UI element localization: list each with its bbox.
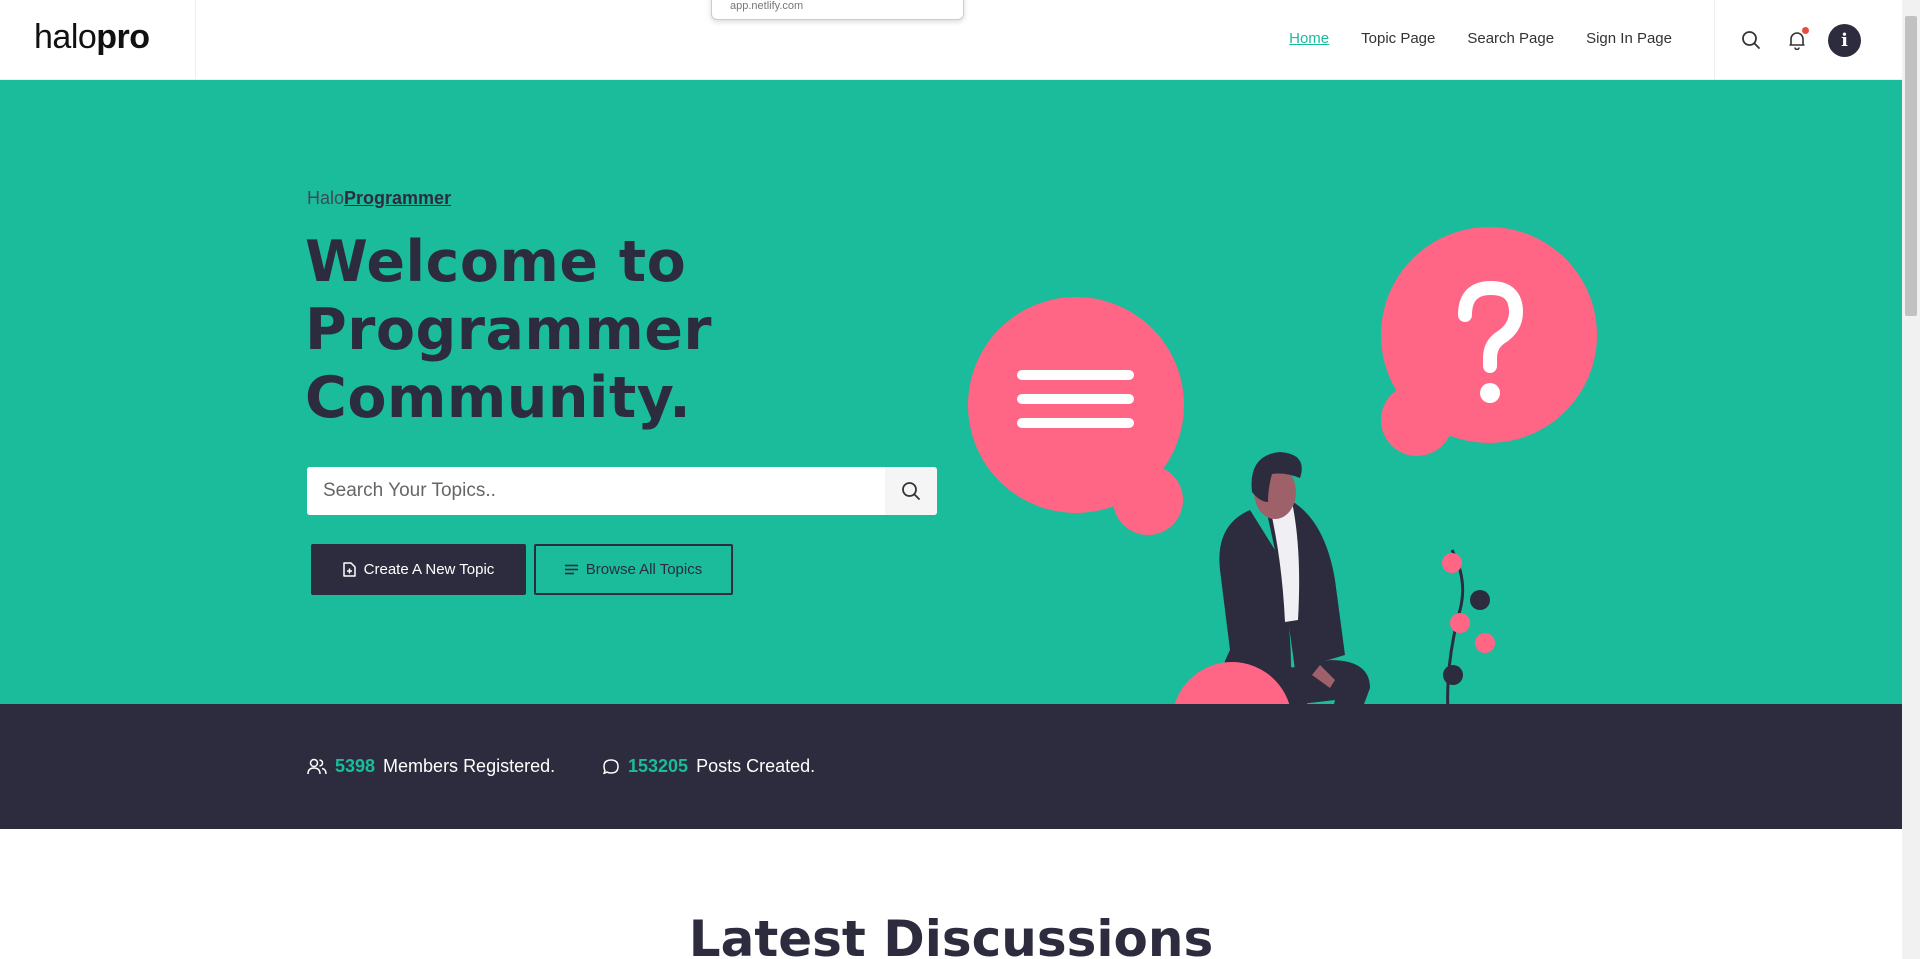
topic-search-bar — [307, 467, 937, 515]
latest-discussions-title: Latest Discussions — [688, 910, 1214, 959]
search-icon[interactable] — [1736, 25, 1766, 55]
list-icon — [564, 564, 578, 575]
scrollbar-thumb[interactable] — [1905, 16, 1917, 316]
page: halopro Home Topic Page Search Page Sign… — [0, 0, 1920, 959]
logo-bold: pro — [96, 18, 150, 56]
logo-light: halo — [34, 18, 97, 56]
notification-dot — [1802, 27, 1809, 34]
hero-eyebrow: HaloProgrammer — [307, 188, 451, 209]
create-topic-button[interactable]: Create A New Topic — [311, 544, 526, 595]
nav-topic-page[interactable]: Topic Page — [1361, 30, 1435, 47]
members-stat: 5398 Members Registered. — [307, 756, 555, 777]
new-file-icon — [342, 562, 356, 577]
page-scrollbar[interactable] — [1902, 0, 1920, 959]
url-popup: app.netlify.com — [711, 0, 964, 20]
members-count: 5398 — [335, 756, 376, 776]
hero-title-line-2: Programmer — [305, 297, 712, 363]
bell-icon[interactable] — [1782, 25, 1812, 55]
nav-home[interactable]: Home — [1289, 30, 1329, 47]
info-avatar-icon[interactable]: i — [1828, 24, 1861, 57]
nav-search-page[interactable]: Search Page — [1467, 30, 1554, 47]
topic-search-input[interactable] — [307, 467, 885, 515]
hero-title: Welcome to Programmer Community. — [305, 228, 865, 432]
main-nav: Home Topic Page Search Page Sign In Page — [1289, 30, 1672, 47]
eyebrow-light: Halo — [307, 188, 345, 208]
browse-topics-button[interactable]: Browse All Topics — [534, 544, 733, 595]
hero-section: HaloProgrammer Welcome to Programmer Com… — [0, 80, 1902, 810]
nav-sign-in-page[interactable]: Sign In Page — [1586, 30, 1672, 47]
posts-stat: 153205 Posts Created. — [602, 756, 815, 777]
members-label: Members Registered. — [383, 756, 556, 776]
eyebrow-bold: Programmer — [344, 188, 452, 208]
header-icons: i — [1714, 0, 1902, 80]
create-topic-label: Create A New Topic — [363, 561, 495, 578]
hero-title-line-1: Welcome to — [305, 229, 687, 295]
posts-label: Posts Created. — [696, 756, 816, 776]
posts-count: 153205 — [628, 756, 689, 776]
logo-container[interactable]: halopro — [0, 0, 196, 80]
topic-search-button[interactable] — [885, 467, 937, 515]
comment-icon — [603, 758, 619, 774]
logo[interactable]: halopro — [34, 18, 150, 57]
hero-title-line-3: Community. — [305, 365, 692, 431]
users-icon — [307, 758, 327, 774]
stats-band: 5398 Members Registered. 153205 Posts Cr… — [0, 704, 1902, 829]
search-icon — [902, 482, 920, 500]
browse-topics-label: Browse All Topics — [585, 561, 703, 578]
